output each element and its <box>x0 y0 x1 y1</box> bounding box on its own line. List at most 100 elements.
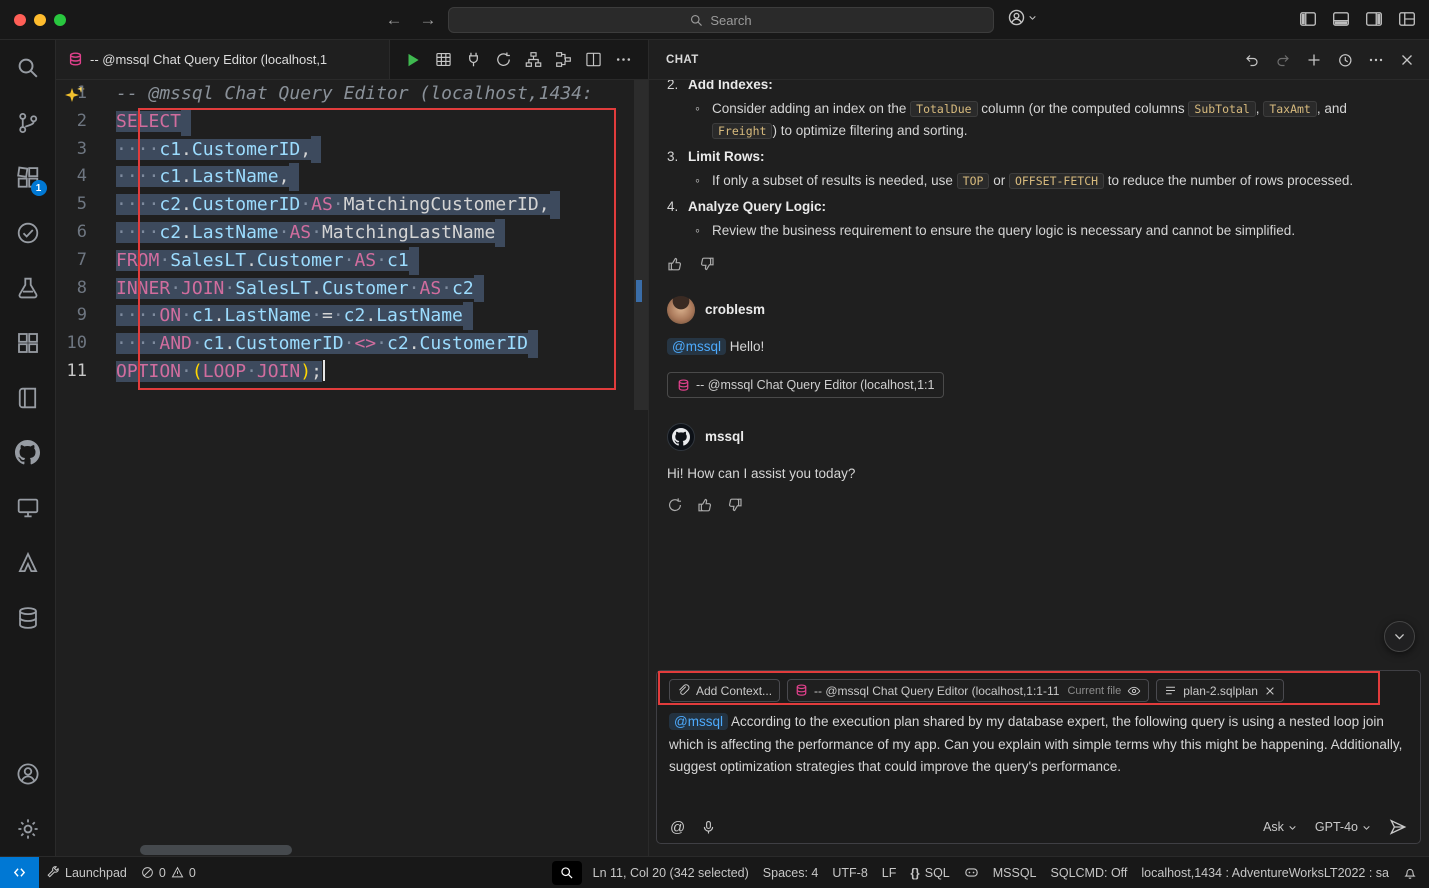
mssql-mention-chip[interactable]: @mssql <box>667 338 726 355</box>
attached-file-chip[interactable]: -- @mssql Chat Query Editor (localhost,1… <box>667 372 944 398</box>
current-file-chip[interactable]: -- @mssql Chat Query Editor (localhost,1… <box>787 679 1149 702</box>
editor-tab[interactable]: -- @mssql Chat Query Editor (localhost,1 <box>56 40 390 79</box>
customize-layout-icon[interactable] <box>1398 10 1416 28</box>
thumbs-down-icon[interactable] <box>699 256 715 272</box>
mode-selector[interactable]: Ask <box>1263 820 1297 834</box>
results-grid-icon[interactable] <box>435 51 452 68</box>
account-menu[interactable] <box>1008 9 1037 26</box>
editor-group: -- @mssql Chat Query Editor (localhost,1… <box>56 40 648 856</box>
copilot-item[interactable] <box>957 857 986 888</box>
activity-testing[interactable] <box>0 260 56 315</box>
activity-mssql[interactable] <box>0 590 56 645</box>
regenerate-icon[interactable] <box>667 497 683 513</box>
redo-icon[interactable] <box>1275 52 1291 68</box>
send-button[interactable] <box>1389 818 1407 836</box>
user-turn-header: croblesm <box>667 296 1405 324</box>
activity-source-control[interactable] <box>0 95 56 150</box>
traffic-lights <box>14 14 66 26</box>
more-actions-icon[interactable] <box>1368 52 1384 68</box>
cursor-position-item[interactable]: Ln 11, Col 20 (342 selected) <box>586 857 756 888</box>
close-window-button[interactable] <box>14 14 26 26</box>
more-actions-icon[interactable] <box>615 51 632 68</box>
zoom-window-button[interactable] <box>54 14 66 26</box>
toggle-secondary-sidebar-icon[interactable] <box>1365 10 1383 28</box>
inline-code: SubTotal <box>1188 101 1255 117</box>
scroll-to-bottom-button[interactable] <box>1384 621 1415 652</box>
toggle-primary-sidebar-icon[interactable] <box>1299 10 1317 28</box>
mention-button[interactable]: @ <box>670 819 685 836</box>
chat-panel-title: CHAT <box>666 54 699 66</box>
mssql-label: MSSQL <box>993 866 1037 880</box>
activity-github[interactable] <box>0 425 56 480</box>
answer-feedback <box>667 256 1405 272</box>
model-selector[interactable]: GPT-4o <box>1315 820 1371 834</box>
close-icon[interactable] <box>1399 52 1415 68</box>
agent-name: mssql <box>705 426 744 448</box>
add-context-chip[interactable]: Add Context... <box>669 679 780 702</box>
activity-search[interactable] <box>0 40 56 95</box>
activity-tasks[interactable] <box>0 205 56 260</box>
new-chat-icon[interactable] <box>1306 52 1322 68</box>
navigate-forward-button[interactable]: → <box>416 8 440 32</box>
undo-icon[interactable] <box>1244 52 1260 68</box>
answer-list-item: 4.Analyze Query Logic:◦Review the busine… <box>667 196 1405 242</box>
activity-blocks[interactable] <box>0 315 56 370</box>
thumbs-up-icon[interactable] <box>697 497 713 513</box>
line-number: 2 <box>56 108 116 136</box>
search-input[interactable]: Search <box>448 7 994 33</box>
inline-code: OFFSET-FETCH <box>1009 173 1104 189</box>
indentation-item[interactable]: Spaces: 4 <box>756 857 826 888</box>
gear-icon <box>16 817 40 841</box>
mssql-item[interactable]: MSSQL <box>986 857 1044 888</box>
navigate-back-button[interactable]: ← <box>382 8 406 32</box>
list-file-icon <box>1164 684 1177 697</box>
thumbs-up-icon[interactable] <box>667 256 683 272</box>
remove-chip-icon[interactable] <box>1264 685 1276 697</box>
editor-horizontal-scrollbar[interactable] <box>140 845 292 855</box>
activity-accounts[interactable] <box>0 746 56 801</box>
activity-extensions[interactable]: 1 <box>0 150 56 205</box>
sqlcmd-item[interactable]: SQLCMD: Off <box>1044 857 1135 888</box>
disconnect-icon[interactable] <box>465 51 482 68</box>
chat-input-text[interactable]: @mssql According to the execution plan s… <box>669 711 1408 779</box>
scrollbar-thumb[interactable] <box>634 80 648 410</box>
activity-settings[interactable] <box>0 801 56 856</box>
plan-file-chip[interactable]: plan-2.sqlplan <box>1156 679 1284 702</box>
thumbs-down-icon[interactable] <box>727 497 743 513</box>
line-number: 9 <box>56 302 116 330</box>
encoding-item[interactable]: UTF-8 <box>825 857 874 888</box>
editor-vertical-scrollbar[interactable] <box>634 80 648 844</box>
problems-item[interactable]: 0 0 <box>134 857 203 888</box>
zoom-status-item[interactable] <box>552 861 582 885</box>
microphone-icon[interactable] <box>701 820 716 835</box>
eye-icon[interactable] <box>1127 684 1141 698</box>
text-cursor <box>323 360 325 381</box>
activity-remote-explorer[interactable] <box>0 480 56 535</box>
language-item[interactable]: {} SQL <box>903 857 956 888</box>
split-editor-icon[interactable] <box>585 51 602 68</box>
minimize-window-button[interactable] <box>34 14 46 26</box>
agent-turn-header: mssql <box>667 423 1405 451</box>
eol-item[interactable]: LF <box>875 857 904 888</box>
run-query-button[interactable] <box>404 51 422 69</box>
agent-avatar <box>667 423 695 451</box>
change-connection-icon[interactable] <box>495 51 512 68</box>
activity-azure[interactable] <box>0 535 56 590</box>
remote-indicator[interactable] <box>0 857 39 888</box>
code-line: 10····AND·c1.CustomerID·<>·c2.CustomerID <box>56 330 634 358</box>
query-plan-icon[interactable] <box>555 51 572 68</box>
line-number: 4 <box>56 163 116 191</box>
connection-item[interactable]: localhost,1434 : AdventureWorksLT2022 : … <box>1134 857 1396 888</box>
schema-designer-icon[interactable] <box>525 51 542 68</box>
braces-icon: {} <box>910 866 919 880</box>
github-icon <box>15 440 40 465</box>
launchpad-item[interactable]: Launchpad <box>39 857 134 888</box>
code-editor[interactable]: 1-- @mssql Chat Query Editor (localhost,… <box>56 80 634 844</box>
code-line: 4····c1.LastName, <box>56 163 634 191</box>
history-icon[interactable] <box>1337 52 1353 68</box>
chat-input-box[interactable]: Add Context... -- @mssql Chat Query Edit… <box>656 670 1421 844</box>
bell-icon <box>1403 866 1417 880</box>
notifications-item[interactable] <box>1396 857 1429 888</box>
activity-docs[interactable] <box>0 370 56 425</box>
toggle-panel-icon[interactable] <box>1332 10 1350 28</box>
